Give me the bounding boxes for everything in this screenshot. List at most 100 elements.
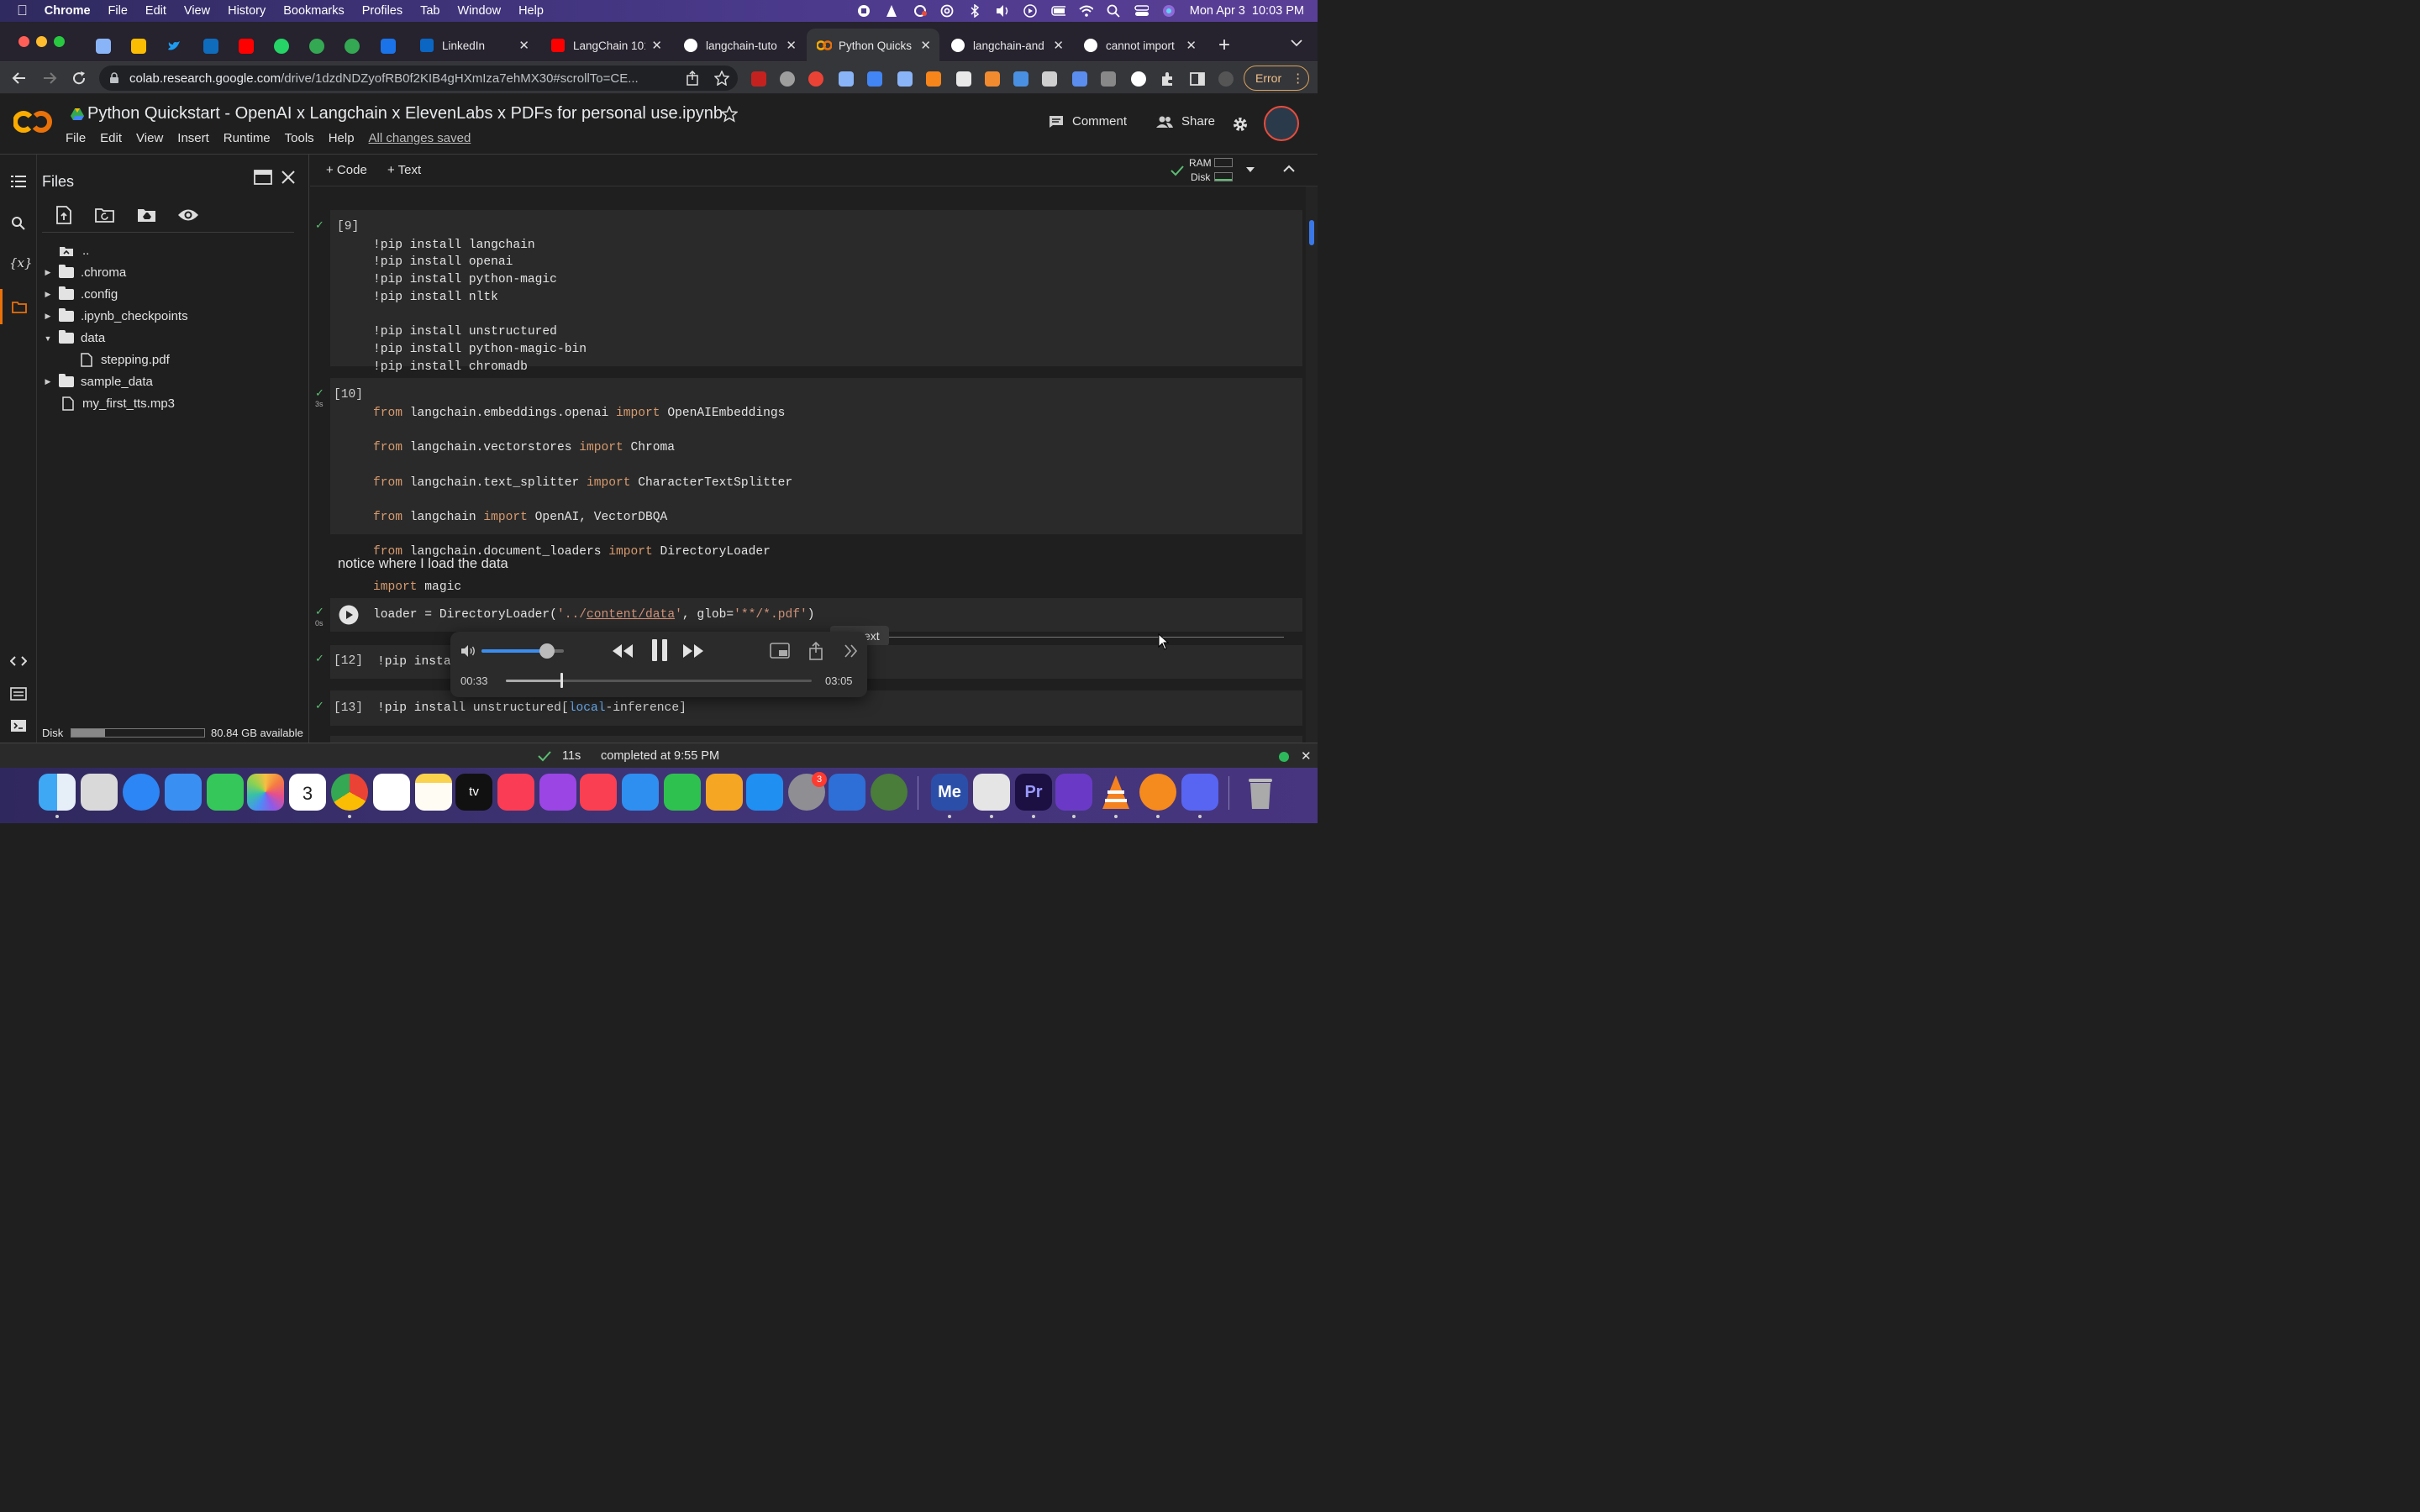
discord-icon[interactable]: [1181, 774, 1218, 811]
more-controls-icon[interactable]: [844, 644, 859, 658]
ram-label[interactable]: RAM: [1189, 157, 1212, 169]
battery-icon[interactable]: [1051, 4, 1065, 18]
extension-2-icon[interactable]: [780, 71, 795, 87]
notebook-title[interactable]: Python Quickstart - OpenAI x Langchain x…: [87, 104, 723, 123]
open-in-tab-icon[interactable]: [254, 170, 272, 185]
comment-button[interactable]: Comment: [1049, 114, 1127, 129]
tab-python-quickstart[interactable]: Python Quicks ✕: [807, 29, 939, 62]
share-page-icon[interactable]: [686, 71, 699, 86]
code-cell-next[interactable]: [330, 736, 1302, 743]
cell-code[interactable]: !pip install langchain !pip install opena…: [373, 219, 587, 393]
new-tab-button[interactable]: +: [1218, 34, 1230, 57]
extension-8-icon[interactable]: [956, 71, 971, 87]
collapse-caret-icon[interactable]: ▼: [37, 334, 59, 343]
pinned-tab-app2-icon[interactable]: [345, 39, 360, 54]
tree-item-my-first-tts[interactable]: my_first_tts.mp3: [62, 396, 175, 411]
volume-icon[interactable]: [460, 644, 477, 658]
colab-menu-insert[interactable]: Insert: [177, 131, 209, 145]
address-bar[interactable]: colab.research.google.com/drive/1dzdNDZy…: [99, 66, 738, 91]
medium-icon[interactable]: Me: [931, 774, 968, 811]
tree-item-stepping-pdf[interactable]: stepping.pdf: [81, 353, 170, 367]
menu-view[interactable]: View: [184, 4, 210, 18]
tab-close-icon[interactable]: ✕: [1186, 38, 1197, 53]
at-icon[interactable]: [940, 4, 955, 18]
menu-window[interactable]: Window: [458, 4, 502, 18]
tab-langchain-101[interactable]: LangChain 101 ✕: [541, 29, 671, 62]
finder-icon[interactable]: [39, 774, 76, 811]
save-status-link[interactable]: All changes saved: [369, 131, 471, 145]
variables-icon[interactable]: {x}: [9, 255, 33, 270]
tab-search-chevron-icon[interactable]: [1291, 39, 1302, 47]
extension-11-icon[interactable]: [1042, 71, 1057, 87]
podcasts-icon[interactable]: [539, 774, 576, 811]
pinned-tab-tasks-icon[interactable]: [96, 39, 111, 54]
pause-icon[interactable]: [650, 638, 669, 662]
menu-edit[interactable]: Edit: [145, 4, 166, 18]
news-icon[interactable]: [580, 774, 617, 811]
share-button[interactable]: Share: [1156, 114, 1215, 129]
menu-file[interactable]: File: [108, 4, 128, 18]
completed-time[interactable]: completed at 9:55 PM: [601, 749, 719, 763]
extensions-puzzle-icon[interactable]: [1160, 71, 1175, 87]
cell-code[interactable]: !pip install unstructured[local-inferenc…: [377, 700, 687, 717]
menu-app-name[interactable]: Chrome: [45, 4, 91, 18]
expand-caret-icon[interactable]: ▶: [37, 377, 59, 386]
volume-icon[interactable]: [996, 4, 1010, 18]
apple-icon[interactable]: : [17, 3, 28, 19]
tab-langchain-and[interactable]: langchain-and ✕: [941, 29, 1072, 62]
safari-icon[interactable]: [123, 774, 160, 811]
collapse-header-chevron-icon[interactable]: [1283, 165, 1295, 173]
refresh-folder-icon[interactable]: [95, 207, 115, 223]
extension-record-icon[interactable]: [808, 71, 823, 87]
pinned-tab-outlook-icon[interactable]: [203, 39, 218, 54]
tab-linkedin[interactable]: LinkedIn ✕: [410, 29, 538, 62]
premiere-pro-icon[interactable]: Pr: [1015, 774, 1052, 811]
chrome-icon[interactable]: [331, 774, 368, 811]
mount-drive-icon[interactable]: [137, 207, 157, 223]
terminal-icon[interactable]: [10, 719, 27, 732]
back-arrow-icon[interactable]: [12, 71, 27, 86]
colab-menu-help[interactable]: Help: [329, 131, 355, 145]
fast-forward-icon[interactable]: [682, 643, 704, 659]
cloud-sync-icon[interactable]: [913, 4, 927, 18]
app-icon-blue[interactable]: [829, 774, 865, 811]
globe-app-icon[interactable]: [871, 774, 908, 811]
expand-caret-icon[interactable]: ▶: [37, 312, 59, 321]
runtime-dropdown-icon[interactable]: [1246, 167, 1255, 172]
close-panel-icon[interactable]: [281, 170, 296, 185]
window-minimize-button[interactable]: [36, 36, 47, 47]
pinned-tab-whatsapp-icon[interactable]: [274, 39, 289, 54]
visual-studio-icon[interactable]: [1055, 774, 1092, 811]
now-playing-icon[interactable]: [1023, 4, 1038, 18]
pinned-tab-twitter-icon[interactable]: [166, 39, 182, 54]
menu-help[interactable]: Help: [518, 4, 544, 18]
vlc-menu-icon[interactable]: [885, 4, 899, 18]
execution-duration[interactable]: 11s: [562, 749, 581, 763]
extension-5-icon[interactable]: [867, 71, 882, 87]
mail-icon[interactable]: [165, 774, 202, 811]
trash-icon[interactable]: [1242, 774, 1279, 811]
notes-icon[interactable]: [415, 774, 452, 811]
playback-scrubber[interactable]: [560, 673, 563, 688]
tree-item-chroma[interactable]: ▶ .chroma: [37, 265, 126, 280]
script-editor-icon[interactable]: [973, 774, 1010, 811]
forward-arrow-icon[interactable]: [42, 71, 57, 86]
app-store-icon[interactable]: [746, 774, 783, 811]
siri-icon[interactable]: [1162, 4, 1176, 18]
extension-12-icon[interactable]: [1072, 71, 1087, 87]
colab-menu-file[interactable]: File: [66, 131, 86, 145]
code-snippets-icon[interactable]: [10, 655, 27, 667]
colab-menu-tools[interactable]: Tools: [285, 131, 314, 145]
playback-progress-track[interactable]: [506, 673, 812, 688]
table-of-contents-icon[interactable]: [11, 176, 26, 187]
pinned-tab-app-icon[interactable]: [309, 39, 324, 54]
keynote-icon[interactable]: [622, 774, 659, 811]
expand-caret-icon[interactable]: ▶: [37, 290, 59, 299]
picture-in-picture-icon[interactable]: [770, 643, 790, 659]
music-icon[interactable]: [497, 774, 534, 811]
media-player-overlay[interactable]: 00:33 03:05: [450, 632, 867, 697]
run-cell-button[interactable]: [339, 605, 359, 625]
extension-10-icon[interactable]: [1013, 71, 1028, 87]
files-folder-icon[interactable]: [0, 289, 37, 324]
bluetooth-icon[interactable]: [968, 4, 982, 18]
